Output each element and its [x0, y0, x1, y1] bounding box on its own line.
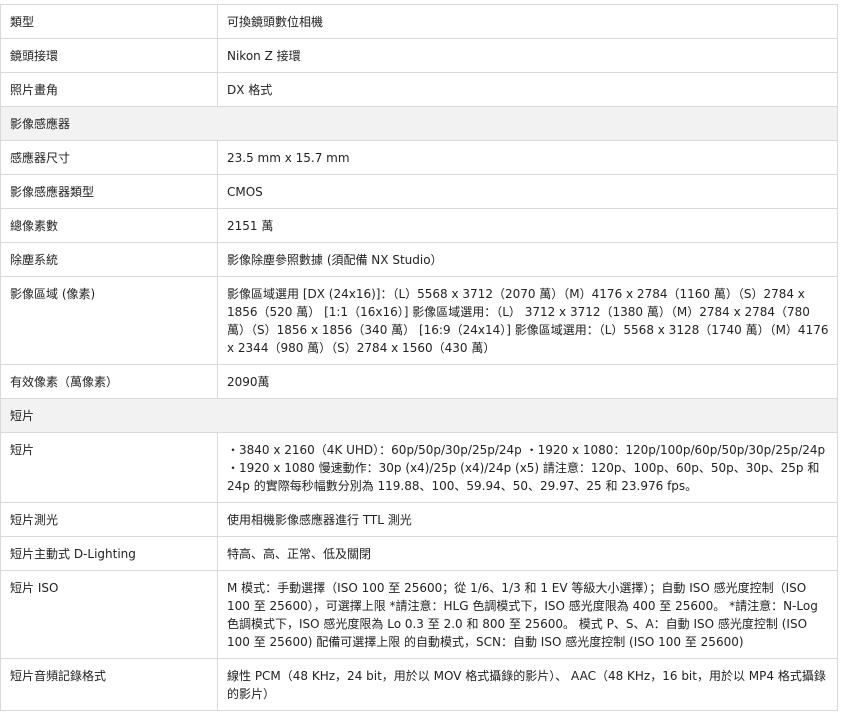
spec-label: 感應器尺寸 — [0, 140, 218, 175]
table-row: 短片測光 使用相機影像感應器進行 TTL 測光 — [0, 502, 838, 537]
spec-value: 影像除塵參照數據 (須配備 NX Studio） — [217, 242, 838, 277]
spec-label: 短片測光 — [0, 502, 218, 537]
section-header-row: 短片 — [0, 398, 838, 433]
spec-label: 照片畫角 — [0, 72, 218, 107]
spec-label: 總像素數 — [0, 208, 218, 243]
spec-value: 23.5 mm x 15.7 mm — [217, 140, 838, 175]
section-title: 影像感應器 — [0, 106, 838, 141]
table-row: 總像素數 2151 萬 — [0, 208, 838, 243]
section-header-row: 影像感應器 — [0, 106, 838, 141]
spec-value: 可換鏡頭數位相機 — [217, 4, 838, 39]
table-row: 照片畫角 DX 格式 — [0, 72, 838, 107]
spec-table: 類型 可換鏡頭數位相機 鏡頭接環 Nikon Z 接環 照片畫角 DX 格式 影… — [0, 4, 838, 711]
spec-value: Nikon Z 接環 — [217, 38, 838, 73]
table-row: 感應器尺寸 23.5 mm x 15.7 mm — [0, 140, 838, 175]
spec-label: 短片 ISO — [0, 570, 218, 659]
spec-value: M 模式：手動選擇（ISO 100 至 25600；從 1/6、1/3 和 1 … — [217, 570, 838, 659]
spec-label: 除塵系統 — [0, 242, 218, 277]
table-row: 影像感應器類型 CMOS — [0, 174, 838, 209]
table-row: 短片 ISO M 模式：手動選擇（ISO 100 至 25600；從 1/6、1… — [0, 570, 838, 659]
spec-label: 鏡頭接環 — [0, 38, 218, 73]
table-row: 影像區域 (像素) 影像區域選用 [DX (24x16)]：（L）5568 x … — [0, 276, 838, 365]
table-row: 鏡頭接環 Nikon Z 接環 — [0, 38, 838, 73]
table-row: 類型 可換鏡頭數位相機 — [0, 4, 838, 39]
spec-label: 影像感應器類型 — [0, 174, 218, 209]
section-title: 短片 — [0, 398, 838, 433]
spec-value: 2090萬 — [217, 364, 838, 399]
table-row: 短片 ・3840 x 2160（4K UHD）：60p/50p/30p/25p/… — [0, 432, 838, 503]
spec-label: 有效像素（萬像素） — [0, 364, 218, 399]
spec-value: 使用相機影像感應器進行 TTL 測光 — [217, 502, 838, 537]
table-row: 有效像素（萬像素） 2090萬 — [0, 364, 838, 399]
spec-label: 影像區域 (像素) — [0, 276, 218, 365]
spec-value: CMOS — [217, 174, 838, 209]
spec-label: 短片音頻記錄格式 — [0, 658, 218, 711]
spec-value: 2151 萬 — [217, 208, 838, 243]
spec-label: 類型 — [0, 4, 218, 39]
table-row: 短片主動式 D-Lighting 特高、高、正常、低及關閉 — [0, 536, 838, 571]
spec-value: 影像區域選用 [DX (24x16)]：（L）5568 x 3712（2070 … — [217, 276, 838, 365]
spec-label: 短片主動式 D-Lighting — [0, 536, 218, 571]
spec-value: ・3840 x 2160（4K UHD）：60p/50p/30p/25p/24p… — [217, 432, 838, 503]
spec-label: 短片 — [0, 432, 218, 503]
table-row: 除塵系統 影像除塵參照數據 (須配備 NX Studio） — [0, 242, 838, 277]
spec-value: 特高、高、正常、低及關閉 — [217, 536, 838, 571]
table-row: 短片音頻記錄格式 線性 PCM（48 KHz，24 bit，用於以 MOV 格式… — [0, 658, 838, 711]
spec-value: DX 格式 — [217, 72, 838, 107]
spec-value: 線性 PCM（48 KHz，24 bit，用於以 MOV 格式攝錄的影片）、 A… — [217, 658, 838, 711]
